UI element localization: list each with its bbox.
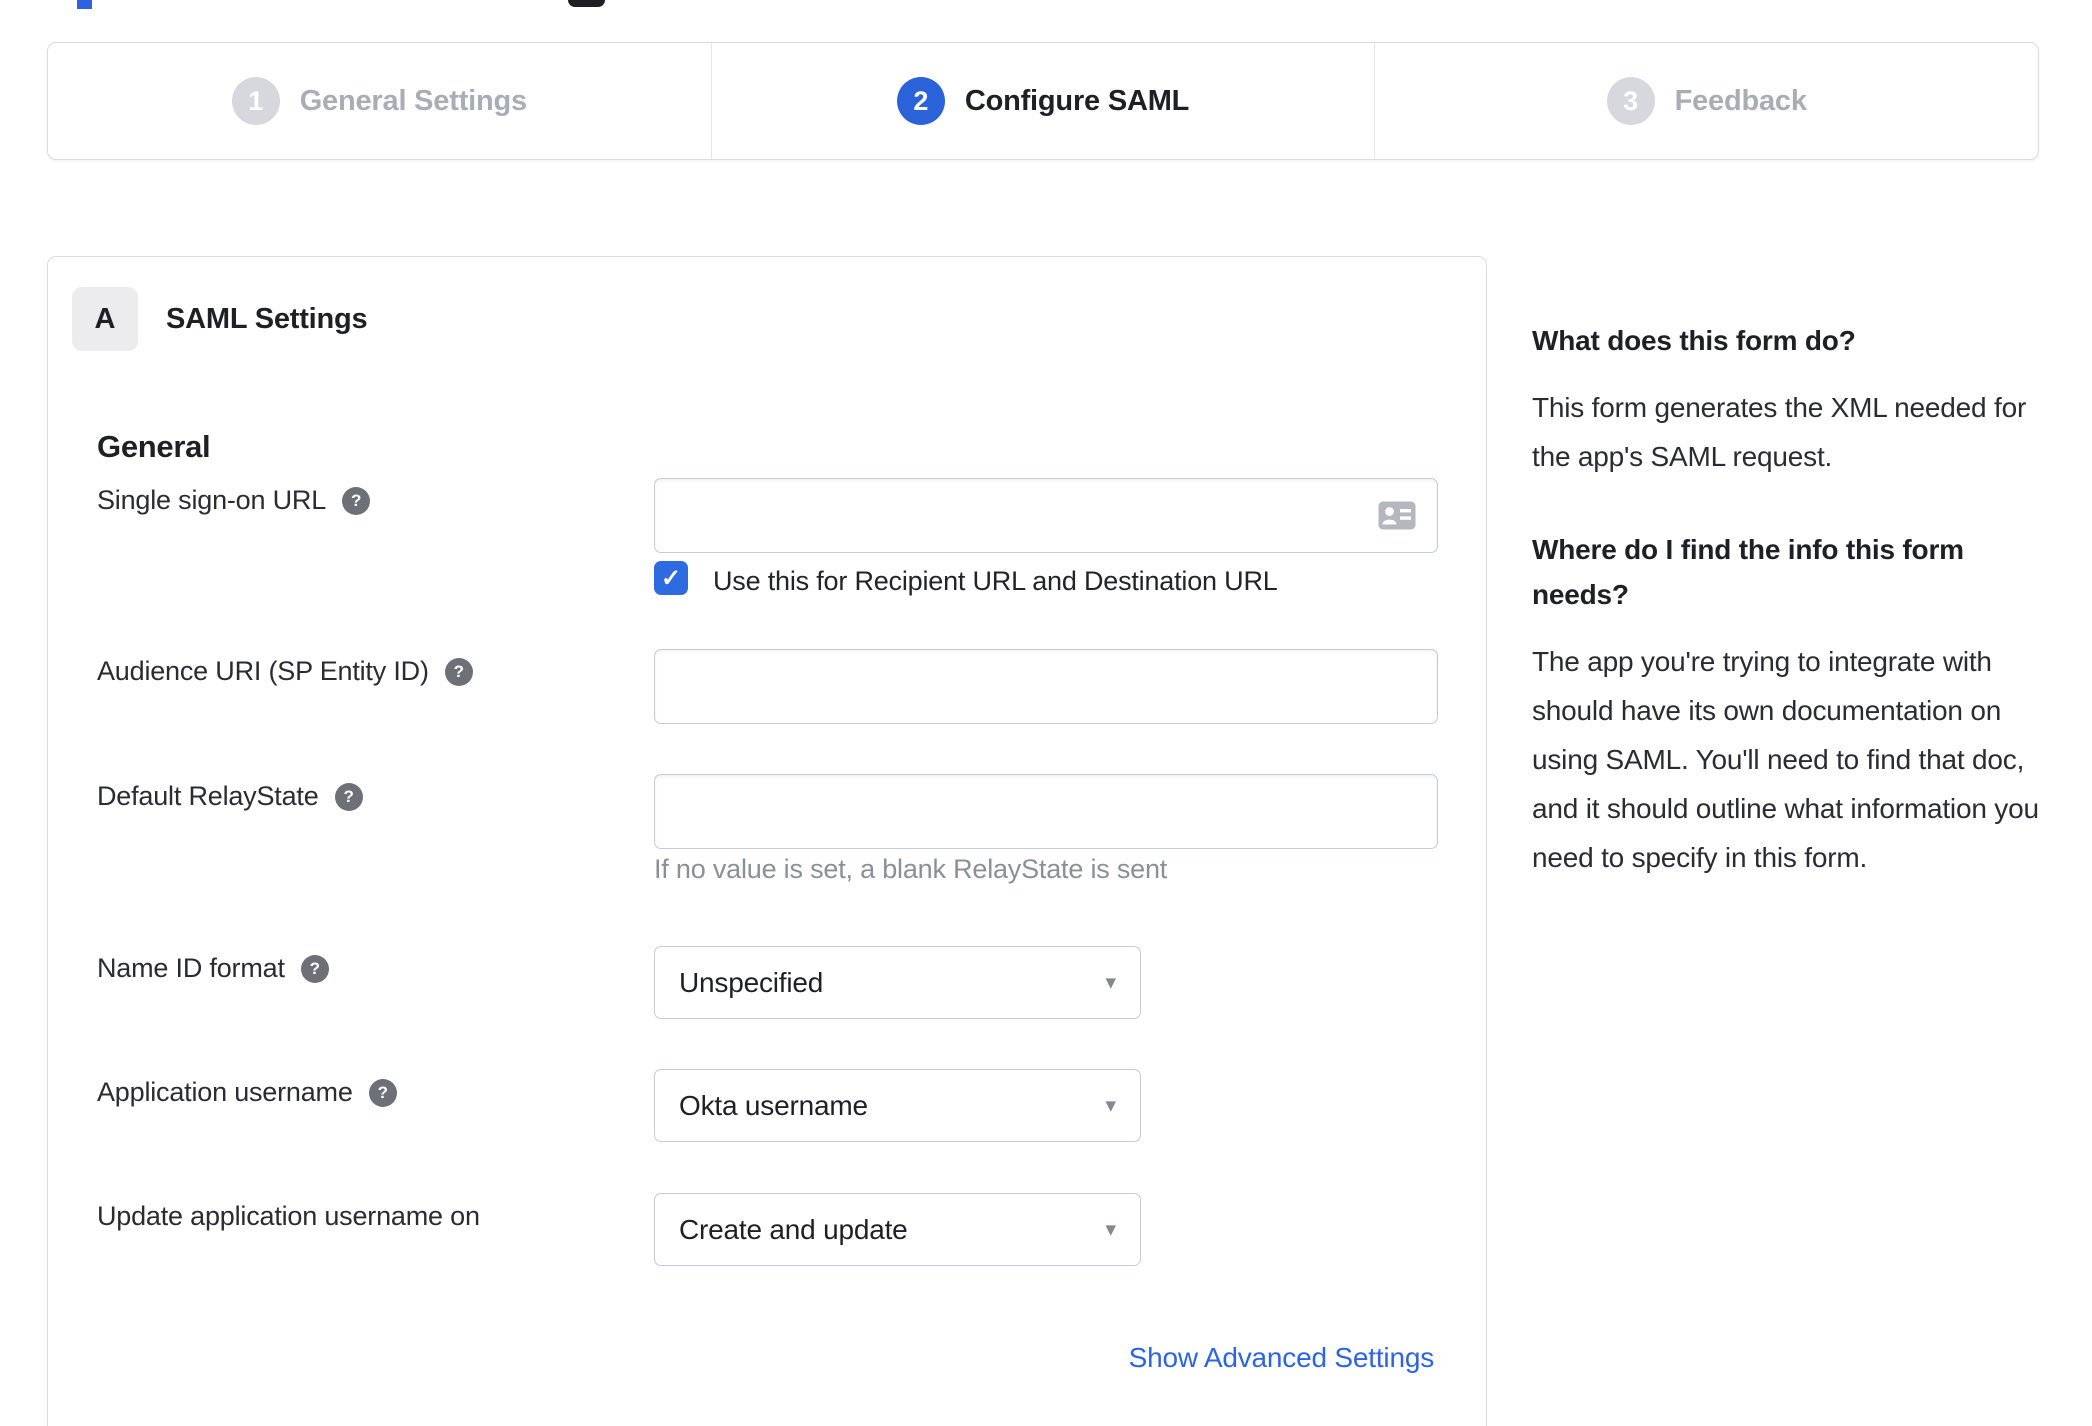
sso-url-label: Single sign-on URL ? xyxy=(97,485,371,516)
update-app-username-label: Update application username on xyxy=(97,1201,480,1232)
step-3-label: Feedback xyxy=(1674,84,1807,117)
sso-url-help-icon[interactable]: ? xyxy=(342,486,371,515)
name-id-format-select[interactable]: Unspecified ▾ xyxy=(654,946,1141,1019)
sidebar-heading-where: Where do I find the info this form needs… xyxy=(1532,534,1964,610)
cropped-header-blue-icon-fragment xyxy=(77,0,92,9)
chevron-down-icon: ▾ xyxy=(1105,970,1116,994)
application-username-help-icon[interactable]: ? xyxy=(368,1078,397,1107)
general-group-title: General xyxy=(97,429,211,464)
application-username-value: Okta username xyxy=(679,1089,868,1121)
section-a-badge: A xyxy=(72,287,138,351)
audience-uri-help-icon[interactable]: ? xyxy=(444,657,473,686)
application-username-label-text: Application username xyxy=(97,1077,353,1107)
default-relaystate-label: Default RelayState ? xyxy=(97,781,363,812)
sso-url-input[interactable] xyxy=(654,478,1438,553)
default-relaystate-input[interactable] xyxy=(654,774,1438,849)
checkmark-icon: ✓ xyxy=(660,564,682,592)
recipient-url-checkbox-label[interactable]: Use this for Recipient URL and Destinati… xyxy=(713,566,1278,597)
step-1-number-badge: 1 xyxy=(231,77,280,125)
update-app-username-label-text: Update application username on xyxy=(97,1201,480,1231)
sso-url-label-text: Single sign-on URL xyxy=(97,485,327,515)
name-id-format-help-icon[interactable]: ? xyxy=(300,954,329,983)
step-2-number-badge: 2 xyxy=(896,77,945,125)
step-2-label: Configure SAML xyxy=(964,84,1190,117)
update-app-username-value: Create and update xyxy=(679,1213,908,1245)
name-id-format-label-text: Name ID format xyxy=(97,953,285,983)
wizard-stepper: 1 General Settings 2 Configure SAML 3 Fe… xyxy=(47,42,2039,160)
sidebar-body-where: The app you're trying to integrate with … xyxy=(1532,646,2039,873)
step-feedback[interactable]: 3 Feedback xyxy=(1374,43,2038,159)
chevron-down-icon: ▾ xyxy=(1105,1093,1116,1117)
audience-uri-label-text: Audience URI (SP Entity ID) xyxy=(97,656,429,686)
step-configure-saml[interactable]: 2 Configure SAML xyxy=(710,43,1375,159)
name-id-format-label: Name ID format ? xyxy=(97,953,329,984)
step-general-settings[interactable]: 1 General Settings xyxy=(48,43,711,159)
step-3-number-badge: 3 xyxy=(1606,77,1655,125)
sidebar-heading-what: What does this form do? xyxy=(1532,325,1856,356)
saml-settings-panel: A SAML Settings General Single sign-on U… xyxy=(47,256,1487,1426)
show-advanced-settings-link[interactable]: Show Advanced Settings xyxy=(1129,1342,1435,1374)
update-app-username-select[interactable]: Create and update ▾ xyxy=(654,1193,1141,1266)
audience-uri-label: Audience URI (SP Entity ID) ? xyxy=(97,656,473,687)
recipient-url-checkbox[interactable]: ✓ xyxy=(654,561,688,595)
application-username-label: Application username ? xyxy=(97,1077,397,1108)
relaystate-helper-text: If no value is set, a blank RelayState i… xyxy=(654,854,1168,884)
step-1-label: General Settings xyxy=(299,84,527,117)
chevron-down-icon: ▾ xyxy=(1105,1217,1116,1241)
default-relaystate-help-icon[interactable]: ? xyxy=(334,782,363,811)
name-id-format-value: Unspecified xyxy=(679,966,824,998)
audience-uri-input[interactable] xyxy=(654,649,1438,724)
cropped-header-dark-icon-fragment xyxy=(568,0,605,7)
sidebar-body-what: This form generates the XML needed for t… xyxy=(1532,392,2027,472)
configure-saml-page: 1 General Settings 2 Configure SAML 3 Fe… xyxy=(0,0,2092,1426)
panel-title: SAML Settings xyxy=(166,303,368,335)
help-sidebar: What does this form do? This form genera… xyxy=(1532,318,2044,928)
application-username-select[interactable]: Okta username ▾ xyxy=(654,1069,1141,1142)
default-relaystate-label-text: Default RelayState xyxy=(97,781,319,811)
